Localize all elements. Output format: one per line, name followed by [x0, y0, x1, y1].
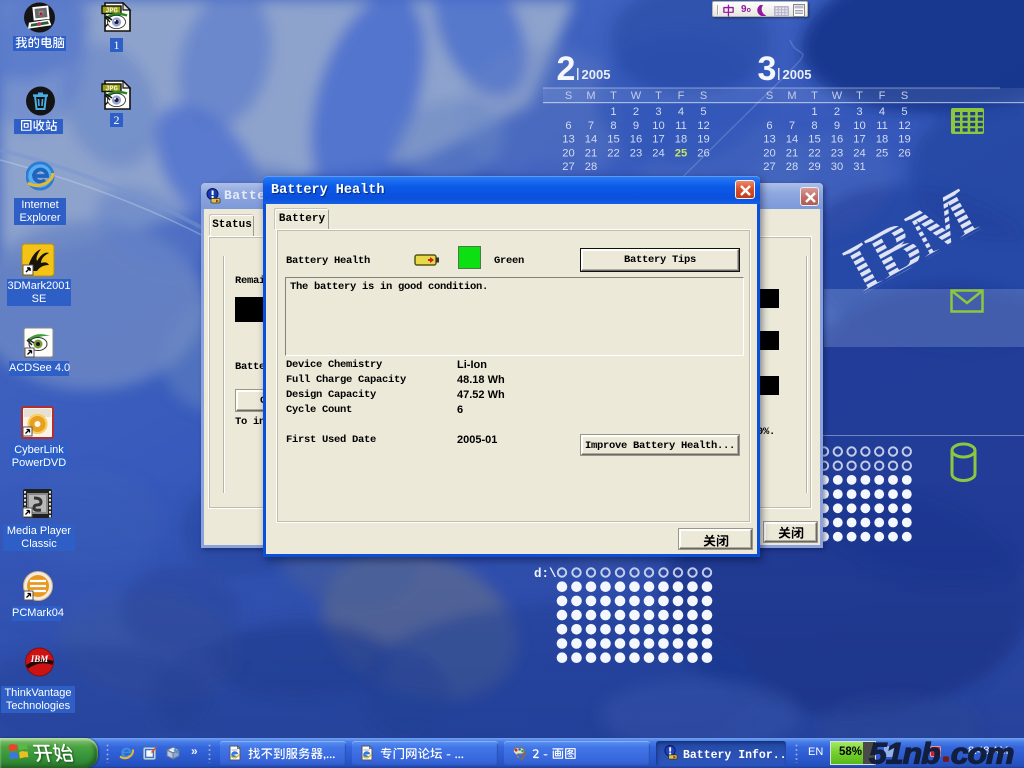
svg-text:F: F [678, 90, 685, 102]
svg-text:26: 26 [697, 147, 709, 159]
svg-text:17: 17 [652, 134, 664, 146]
svg-text:6: 6 [766, 120, 772, 132]
svg-text:1: 1 [610, 106, 616, 118]
svg-text:13: 13 [763, 134, 775, 146]
svg-text:3: 3 [856, 106, 862, 118]
svg-text:27: 27 [562, 161, 574, 173]
svg-text:31: 31 [853, 161, 865, 173]
svg-text:7: 7 [789, 120, 795, 132]
svg-text:6: 6 [565, 120, 571, 132]
svg-text:15: 15 [808, 134, 820, 146]
svg-text:5: 5 [901, 106, 907, 118]
svg-text:T: T [610, 90, 617, 102]
svg-text:11: 11 [876, 120, 888, 132]
svg-text:21: 21 [786, 147, 798, 159]
svg-text:S: S [766, 90, 773, 102]
svg-text:T: T [811, 90, 818, 102]
svg-text:28: 28 [585, 161, 597, 173]
svg-text:27: 27 [763, 161, 775, 173]
svg-text:2005: 2005 [783, 67, 812, 82]
svg-text:1: 1 [811, 106, 817, 118]
svg-text:T: T [856, 90, 863, 102]
svg-text:M: M [787, 90, 796, 102]
svg-text:22: 22 [607, 147, 619, 159]
svg-text:26: 26 [898, 147, 910, 159]
svg-text:24: 24 [853, 147, 865, 159]
svg-text:2: 2 [557, 50, 576, 88]
svg-text:T: T [655, 90, 662, 102]
svg-text:F: F [879, 90, 886, 102]
svg-text:21: 21 [585, 147, 597, 159]
svg-text:17: 17 [853, 134, 865, 146]
svg-text:IBM: IBM [30, 654, 50, 664]
svg-text:W: W [832, 90, 843, 102]
svg-text:25: 25 [675, 147, 687, 159]
svg-text:23: 23 [831, 147, 843, 159]
svg-text:S: S [901, 90, 908, 102]
svg-text:11: 11 [675, 120, 687, 132]
svg-text:7: 7 [588, 120, 594, 132]
svg-text:20: 20 [763, 147, 775, 159]
svg-text:d:\: d:\ [534, 567, 557, 581]
svg-text:S: S [565, 90, 572, 102]
svg-text:S: S [700, 90, 707, 102]
svg-text:16: 16 [630, 134, 642, 146]
svg-text:8: 8 [610, 120, 616, 132]
svg-text:14: 14 [786, 134, 798, 146]
svg-text:16: 16 [831, 134, 843, 146]
svg-text:19: 19 [898, 134, 910, 146]
svg-text:13: 13 [562, 134, 574, 146]
svg-text:2: 2 [834, 106, 840, 118]
svg-text:9: 9 [834, 120, 840, 132]
svg-text:22: 22 [808, 147, 820, 159]
svg-text:18: 18 [876, 134, 888, 146]
svg-text:2: 2 [633, 106, 639, 118]
svg-text:25: 25 [876, 147, 888, 159]
svg-text:30: 30 [831, 161, 843, 173]
svg-text:5: 5 [700, 106, 706, 118]
svg-text:9: 9 [633, 120, 639, 132]
svg-text:15: 15 [607, 134, 619, 146]
svg-text:18: 18 [675, 134, 687, 146]
svg-text:3: 3 [758, 50, 777, 88]
svg-text:24: 24 [652, 147, 664, 159]
svg-text:4: 4 [879, 106, 885, 118]
svg-text:28: 28 [786, 161, 798, 173]
svg-text:3: 3 [655, 106, 661, 118]
svg-text:29: 29 [808, 161, 820, 173]
svg-text:20: 20 [562, 147, 574, 159]
svg-text:8: 8 [811, 120, 817, 132]
svg-text:W: W [631, 90, 642, 102]
svg-text:2005: 2005 [582, 67, 611, 82]
svg-text:10: 10 [652, 120, 664, 132]
svg-text:23: 23 [630, 147, 642, 159]
svg-text:M: M [586, 90, 595, 102]
svg-text:10: 10 [853, 120, 865, 132]
svg-text:12: 12 [697, 120, 709, 132]
svg-text:14: 14 [585, 134, 597, 146]
svg-text:19: 19 [697, 134, 709, 146]
svg-text:4: 4 [678, 106, 684, 118]
svg-text:12: 12 [898, 120, 910, 132]
